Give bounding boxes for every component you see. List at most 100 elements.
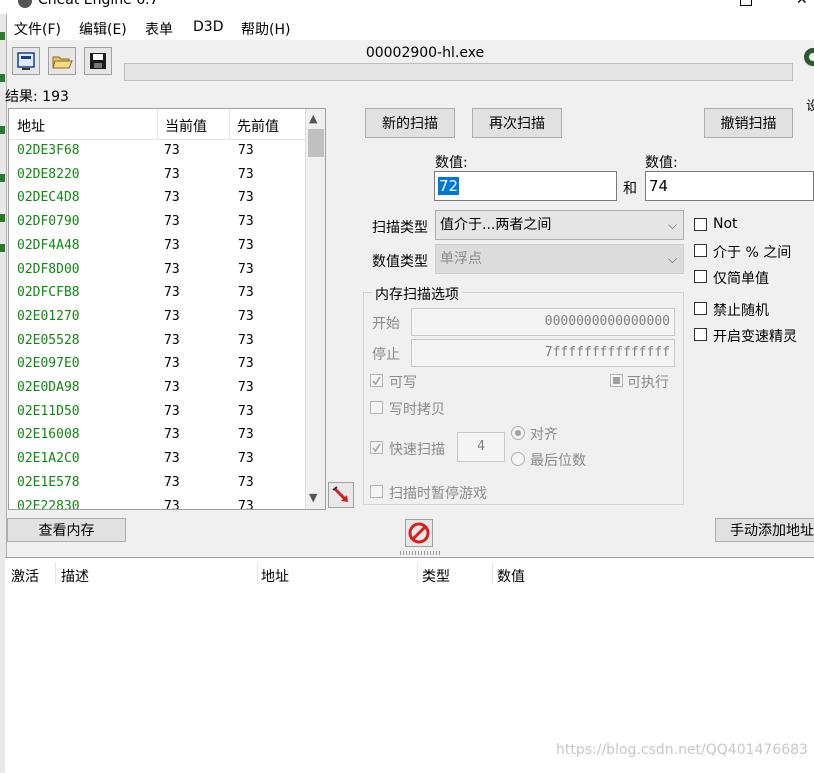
result-address: 02DFCFB8: [17, 285, 80, 301]
result-row[interactable]: 02DEC4D8 73 73: [9, 187, 305, 211]
menu-edit[interactable]: 编辑(E): [79, 19, 127, 39]
open-file-button[interactable]: [48, 47, 76, 75]
column-address[interactable]: 地址: [261, 566, 289, 586]
result-row[interactable]: 02E05528 73 73: [9, 330, 305, 354]
select-process-button[interactable]: [12, 47, 40, 75]
result-previous: 73: [238, 237, 254, 253]
value2-label: 数值:: [645, 155, 678, 171]
alignment-radio[interactable]: [511, 426, 525, 440]
panel-splitter[interactable]: [400, 551, 440, 555]
column-separator: [492, 562, 493, 584]
result-row[interactable]: 02DF4A48 73 73: [9, 235, 305, 259]
memory-scan-options-group: 内存扫描选项 开始 0000000000000000 停止 7fffffffff…: [363, 284, 684, 505]
copy-on-write-checkbox[interactable]: [370, 401, 383, 414]
simple-values-label: 仅简单值: [713, 271, 769, 287]
result-address: 02E097E0: [17, 356, 80, 372]
maximize-icon[interactable]: [740, 0, 752, 6]
edge-mark: [0, 32, 5, 40]
result-row[interactable]: 02E16008 73 73: [9, 424, 305, 448]
result-address: 02E01270: [17, 308, 80, 324]
menu-help[interactable]: 帮助(H): [241, 19, 290, 39]
column-separator: [257, 562, 258, 584]
result-row[interactable]: 02E097E0 73 73: [9, 353, 305, 377]
result-previous: 73: [238, 285, 254, 301]
result-row[interactable]: 02DFCFB8 73 73: [9, 282, 305, 306]
result-current: 73: [164, 166, 180, 182]
column-description[interactable]: 描述: [61, 566, 89, 586]
result-previous: 73: [238, 166, 254, 182]
result-row[interactable]: 02DF0790 73 73: [9, 211, 305, 235]
cheat-table[interactable]: 激活 描述 地址 类型 数值: [5, 557, 814, 773]
percent-between-checkbox[interactable]: [694, 244, 707, 257]
cheat-engine-logo-icon: [18, 0, 32, 8]
column-active[interactable]: 激活: [11, 566, 39, 586]
start-address-input[interactable]: 0000000000000000: [411, 308, 675, 336]
scroll-down-icon[interactable]: ▼: [309, 491, 317, 504]
column-value[interactable]: 数值: [497, 566, 525, 586]
result-current: 73: [164, 237, 180, 253]
last-digits-label: 最后位数: [530, 453, 586, 469]
column-current[interactable]: 当前值: [165, 116, 207, 136]
settings-gear-icon[interactable]: [800, 44, 814, 66]
result-row[interactable]: 02E1E578 73 73: [9, 472, 305, 496]
fast-scan-value-input[interactable]: 4: [457, 432, 505, 462]
result-row[interactable]: 02E0DA98 73 73: [9, 377, 305, 401]
save-file-button[interactable]: [84, 47, 112, 75]
menu-table[interactable]: 表单: [145, 19, 173, 39]
results-header: 地址 当前值 先前值: [9, 109, 305, 140]
executable-label: 可执行: [627, 375, 669, 391]
next-scan-button[interactable]: 再次扫描: [472, 108, 562, 138]
result-current: 73: [164, 332, 180, 348]
results-scrollbar[interactable]: ▲ ▼: [305, 109, 325, 509]
result-address: 02DE8220: [17, 166, 80, 182]
result-row[interactable]: 02E1A2C0 73 73: [9, 448, 305, 472]
fast-scan-checkbox[interactable]: [370, 441, 383, 454]
menu-bar: 文件(F) 编辑(E) 表单 D3D 帮助(H): [0, 14, 814, 40]
scroll-up-icon[interactable]: ▲: [309, 112, 317, 125]
scan-type-select[interactable]: 值介于...两者之间 ⌵: [435, 210, 684, 240]
last-digits-radio[interactable]: [511, 452, 525, 466]
scrollbar-thumb[interactable]: [308, 129, 324, 157]
stop-address-input[interactable]: 7fffffffffffffff: [411, 339, 675, 367]
writable-checkbox[interactable]: [370, 374, 383, 387]
add-results-to-list-button[interactable]: [328, 482, 354, 508]
fast-scan-label: 快速扫描: [389, 442, 445, 458]
result-previous: 73: [238, 190, 254, 206]
result-previous: 73: [238, 427, 254, 443]
view-memory-button[interactable]: 查看内存: [7, 518, 126, 542]
result-row[interactable]: 02DF8D00 73 73: [9, 259, 305, 283]
simple-values-checkbox[interactable]: [694, 270, 707, 283]
stop-scan-button[interactable]: [405, 519, 433, 547]
result-address: 02E05528: [17, 332, 80, 348]
scan-results-list[interactable]: 地址 当前值 先前值 02DE3F68 73 73 02DE8220 73 73 02DEC…: [8, 108, 326, 510]
settings-label[interactable]: 设: [806, 95, 814, 114]
result-address: 02E11D50: [17, 403, 80, 419]
result-address: 02DF4A48: [17, 237, 80, 253]
result-row[interactable]: 02E11D50 73 73: [9, 401, 305, 425]
pause-game-checkbox[interactable]: [370, 485, 383, 498]
no-random-checkbox[interactable]: [694, 302, 707, 315]
speedhack-checkbox[interactable]: [694, 328, 707, 341]
result-row[interactable]: 02DE3F68 73 73: [9, 140, 305, 164]
result-row[interactable]: 02E01270 73 73: [9, 306, 305, 330]
result-row[interactable]: 02E22830 73 73: [9, 496, 305, 510]
column-previous[interactable]: 先前值: [237, 116, 279, 136]
value1-input[interactable]: 72: [434, 171, 617, 201]
value2-input[interactable]: 74: [645, 171, 814, 201]
menu-d3d[interactable]: D3D: [193, 19, 223, 35]
value-type-select[interactable]: 单浮点 ⌵: [435, 244, 684, 274]
scan-type-value: 值介于...两者之间: [440, 217, 552, 233]
undo-scan-button[interactable]: 撤销扫描: [704, 108, 793, 138]
close-icon[interactable]: ✕: [796, 0, 808, 8]
result-current: 73: [164, 308, 180, 324]
add-address-manually-button[interactable]: 手动添加地址: [715, 518, 814, 542]
result-row[interactable]: 02DE8220 73 73: [9, 164, 305, 188]
not-checkbox[interactable]: [694, 218, 707, 231]
stop-label: 停止: [372, 347, 400, 363]
menu-file[interactable]: 文件(F): [14, 19, 61, 39]
executable-checkbox[interactable]: [610, 374, 623, 387]
column-type[interactable]: 类型: [422, 566, 450, 586]
result-previous: 73: [238, 498, 254, 510]
new-scan-button[interactable]: 新的扫描: [365, 108, 455, 138]
column-address[interactable]: 地址: [17, 116, 45, 136]
